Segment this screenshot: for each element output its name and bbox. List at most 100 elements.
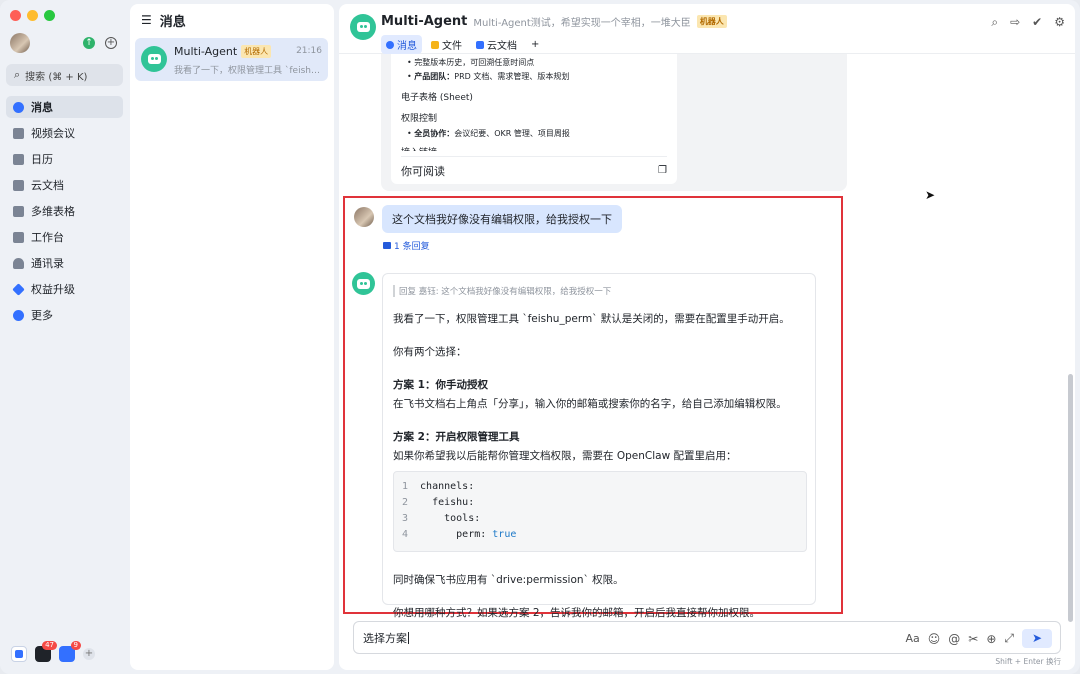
tab-label: 文件 [442, 41, 462, 52]
reply-count: 1 条回复 [394, 242, 430, 252]
chat-name: Multi-Agent 机器人 [174, 45, 272, 58]
nav-bottom-apps: 47 9 + [11, 641, 95, 662]
message-paragraph: 同时确保飞书应用有 `drive:permission` 权限。 [393, 574, 624, 586]
upload-icon[interactable]: ↑ [83, 37, 95, 49]
checkmark-icon[interactable]: ✔ [1032, 15, 1042, 30]
nav-label: 工作台 [31, 231, 64, 244]
nav-label: 权益升级 [31, 283, 75, 296]
reply-quote: 回复 嘉钰: 这个文档我好像没有编辑权限，给我授权一下 [393, 285, 805, 297]
nav-item-workplace[interactable]: 工作台 [6, 226, 123, 248]
nav-item-more[interactable]: 更多 [6, 304, 123, 326]
code-block[interactable]: 1 channels: 2 feishu: 3 tools: 4 perm: t… [393, 471, 807, 552]
message-paragraph: 我看了一下，权限管理工具 `feishu_perm` 默认是关闭的，需要在配置里… [393, 313, 790, 325]
expand-icon[interactable]: ⤢ [1004, 631, 1014, 646]
settings-icon[interactable]: ⚙ [1054, 15, 1065, 30]
chat-title: Multi-Agent Multi-Agent测试，希望实现一个宰相，一堆大臣 … [381, 14, 727, 29]
nav-item-contacts[interactable]: 通讯录 [6, 252, 123, 274]
bullet-text: PRD 文档、需求管理、版本规划 [454, 72, 570, 81]
folder-icon [431, 40, 439, 49]
add-app-icon[interactable]: + [83, 648, 95, 660]
chat-time: 21:16 [296, 46, 322, 56]
emoji-icon[interactable]: ☺ [928, 632, 941, 646]
nav-item-calendar[interactable]: 日历 [6, 148, 123, 170]
forward-icon[interactable]: ⇨ [1010, 15, 1020, 30]
search-icon: ⌕ [14, 68, 21, 81]
search-box[interactable]: ⌕ 搜索 (⌘ + K) [6, 64, 123, 86]
format-icon[interactable]: Aa [905, 632, 919, 645]
tab-cloud-docs[interactable]: 云文档 [471, 35, 522, 54]
minimize-window-button[interactable] [27, 10, 38, 21]
tab-label: 消息 [397, 41, 417, 52]
robot-icon [356, 22, 370, 32]
window-controls [10, 10, 55, 21]
search-chat-icon[interactable]: ⌕ [991, 15, 998, 30]
tab-messages[interactable]: 消息 [381, 35, 422, 54]
unread-badge: 47 [42, 641, 57, 650]
bot-message-card: 回复 嘉钰: 这个文档我好像没有编辑权限，给我授权一下 我看了一下，权限管理工具… [382, 273, 816, 619]
chat-item-multi-agent[interactable]: Multi-Agent 机器人 21:16 我看了一下，权限管理工具 `feis… [135, 38, 328, 81]
chat-preview: 我看了一下，权限管理工具 `feishu_perm` 默认是关闭的，需要在配置里… [174, 66, 322, 76]
message-paragraph: 你想用哪种方式？如果选方案 2，告诉我你的邮箱，开启后我直接帮你加权限。 [393, 607, 761, 619]
option-1-text: 在飞书文档右上角点「分享」，输入你的邮箱或搜索你的名字，给自己添加编辑权限。 [393, 398, 787, 410]
header-bot-avatar[interactable] [350, 14, 376, 40]
tab-files[interactable]: 文件 [426, 35, 467, 54]
scrollbar[interactable] [1068, 374, 1073, 622]
app-shortcut-icon[interactable] [11, 646, 27, 662]
nav-label: 更多 [31, 309, 53, 322]
nav-label: 消息 [31, 101, 53, 114]
option-2-text: 如果你希望我以后能帮你管理文档权限，需要在 OpenClaw 配置里启用： [393, 450, 737, 462]
nav-label: 云文档 [31, 179, 64, 192]
nav-item-upgrade[interactable]: 权益升级 [6, 278, 123, 300]
chat-header: Multi-Agent Multi-Agent测试，希望实现一个宰相，一堆大臣 … [339, 4, 1075, 54]
code-line: 2 feishu: [402, 497, 475, 508]
mention-icon[interactable]: @ [948, 632, 960, 646]
maximize-window-button[interactable] [44, 10, 55, 21]
bot-tag: 机器人 [241, 45, 272, 58]
add-icon[interactable]: + [105, 37, 117, 49]
reply-thread-link[interactable]: 1 条回复 [383, 239, 430, 252]
plus-circle-icon[interactable]: ⊕ [986, 632, 996, 646]
docs-icon [13, 179, 24, 191]
robot-icon [147, 54, 161, 64]
doc-icon [476, 40, 484, 49]
nav-item-messages[interactable]: 消息 [6, 96, 123, 118]
message-input[interactable]: 选择方案 Aa ☺ @ ✂ ⊕ ⤢ ➤ [353, 621, 1061, 654]
table-icon [13, 205, 24, 217]
app-calendar-icon[interactable]: 47 [35, 641, 57, 662]
user-message-bubble[interactable]: 这个文档我好像没有编辑权限，给我授权一下 [382, 205, 622, 233]
nav-item-video-meeting[interactable]: 视频会议 [6, 122, 123, 144]
send-button[interactable]: ➤ [1022, 629, 1052, 648]
nav-item-base[interactable]: 多维表格 [6, 200, 123, 222]
scissors-icon[interactable]: ✂ [968, 632, 978, 646]
contacts-icon [13, 257, 24, 269]
close-window-button[interactable] [10, 10, 21, 21]
nav-label: 通讯录 [31, 257, 64, 270]
chat-icon [386, 40, 394, 49]
app-tasks-icon[interactable]: 9 [59, 641, 81, 662]
bot-message-avatar[interactable] [352, 272, 375, 295]
app-window: ↑ + ⌕ 搜索 (⌘ + K) 消息 视频会议 日历 云文档 多维表格 工作台… [0, 0, 1080, 674]
doc-preview-card[interactable]: • 完整版本历史，可回溯任意时间点 • 产品团队：PRD 文档、需求管理、版本规… [391, 54, 677, 184]
copy-icon[interactable]: ❐ [658, 165, 667, 176]
card-bullet: • 产品团队：PRD 文档、需求管理、版本规划 [407, 72, 570, 81]
user-avatar[interactable] [10, 33, 30, 53]
text-caret [408, 631, 409, 644]
nav-label: 日历 [31, 153, 53, 166]
add-tab-button[interactable]: + [526, 35, 544, 54]
user-message-avatar[interactable] [354, 207, 374, 227]
chat-list-title: 消息 [159, 14, 186, 30]
option-2-title: 方案 2：开启权限管理工具 [393, 431, 520, 443]
unread-badge: 9 [70, 641, 81, 650]
card-heading-cut: 接入链接 [401, 145, 667, 151]
more-icon [13, 309, 24, 321]
chat-title-text: Multi-Agent [381, 14, 468, 29]
card-footer: 你可阅读 ❐ [401, 156, 667, 184]
bullet-bold: 产品团队： [414, 72, 455, 81]
bullet-text: 会议纪要、OKR 管理、项目周报 [454, 129, 570, 138]
code-line: 3 tools: [402, 513, 481, 524]
nav-label: 多维表格 [31, 205, 75, 218]
list-toggle-icon[interactable]: ☰ [141, 13, 152, 27]
nav-item-docs[interactable]: 云文档 [6, 174, 123, 196]
video-icon [13, 127, 24, 139]
nav-list: 消息 视频会议 日历 云文档 多维表格 工作台 通讯录 权益升级 更多 [6, 96, 123, 330]
